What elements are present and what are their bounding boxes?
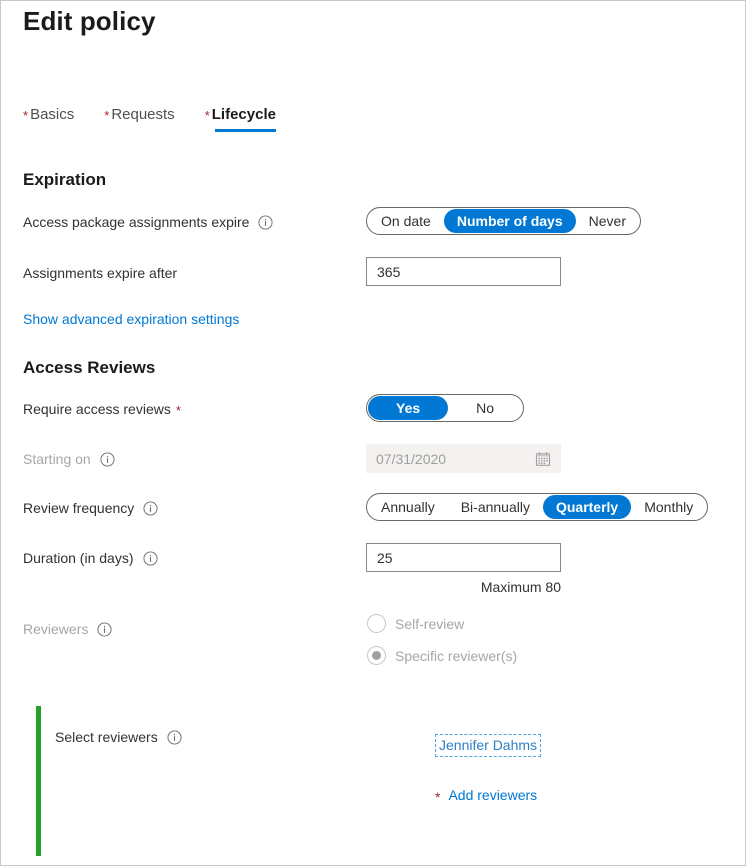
info-icon[interactable]	[143, 500, 158, 516]
required-asterisk: *	[23, 108, 29, 123]
radio-label: Self-review	[395, 615, 465, 632]
label-text: Access package assignments expire	[23, 214, 250, 230]
add-reviewers-label: Add reviewers	[448, 787, 538, 803]
choice-annually[interactable]: Annually	[368, 495, 448, 519]
label-text: Require access reviews	[23, 401, 171, 417]
duration-in-days-input[interactable]: 25	[366, 543, 561, 572]
label-reviewers: Reviewers	[23, 621, 112, 637]
label-text: Starting on	[23, 451, 91, 467]
choice-bi-annually[interactable]: Bi-annually	[448, 495, 543, 519]
label-text: Assignments expire after	[23, 265, 178, 281]
radio-self-review[interactable]: Self-review	[367, 614, 464, 633]
choice-no[interactable]: No	[448, 396, 522, 420]
tab-label: Lifecycle	[211, 106, 276, 123]
info-icon[interactable]	[167, 729, 182, 745]
add-reviewers-link[interactable]: * Add reviewers	[435, 787, 538, 805]
label-text: Duration (in days)	[23, 550, 134, 566]
calendar-icon[interactable]	[535, 451, 551, 467]
section-heading-expiration: Expiration	[23, 170, 107, 189]
required-asterisk: *	[175, 402, 181, 418]
choice-yes[interactable]: Yes	[368, 396, 449, 420]
assignments-expire-after-input[interactable]: 365	[366, 257, 561, 286]
choice-monthly[interactable]: Monthly	[631, 495, 706, 519]
required-asterisk: *	[435, 789, 441, 805]
choice-on-date[interactable]: On date	[368, 209, 444, 233]
choice-never[interactable]: Never	[576, 209, 639, 233]
label-require-access-reviews: Require access reviews *	[23, 401, 181, 418]
radio-mark-icon	[367, 646, 386, 665]
required-asterisk: *	[204, 108, 210, 123]
selected-reviewer-chip[interactable]: Jennifer Dahms	[435, 734, 542, 757]
radio-mark-icon	[367, 614, 386, 633]
info-icon[interactable]	[100, 451, 115, 467]
duration-maximum-helper: Maximum 80	[480, 579, 561, 595]
label-review-frequency: Review frequency	[23, 500, 158, 516]
tab-requests[interactable]: * Requests	[104, 106, 174, 132]
label-assignments-expire-after: Assignments expire after	[23, 265, 177, 281]
choice-group-review-frequency[interactable]: Annually Bi-annually Quarterly Monthly	[366, 493, 709, 521]
tab-basics[interactable]: * Basics	[23, 106, 74, 132]
page-title: Edit policy	[23, 6, 156, 36]
radio-specific-reviewers[interactable]: Specific reviewer(s)	[367, 646, 517, 665]
radio-label: Specific reviewer(s)	[395, 647, 518, 664]
choice-group-require-access-reviews[interactable]: Yes No	[366, 394, 525, 422]
label-text: Review frequency	[23, 500, 135, 516]
annotation-green-bar	[36, 706, 41, 856]
label-text: Reviewers	[23, 621, 89, 637]
edit-policy-panel: Edit policy * Basics * Requests * Lifecy…	[0, 0, 746, 866]
section-heading-access-reviews: Access Reviews	[23, 358, 156, 377]
info-icon[interactable]	[97, 621, 112, 637]
info-icon[interactable]	[258, 214, 273, 230]
label-assignments-expire: Access package assignments expire	[23, 214, 273, 230]
starting-on-date-input[interactable]: 07/31/2020	[366, 444, 561, 473]
choice-number-of-days[interactable]: Number of days	[443, 209, 576, 233]
tab-label: Requests	[111, 106, 175, 123]
tab-lifecycle[interactable]: * Lifecycle	[205, 106, 276, 132]
label-text: Select reviewers	[55, 729, 158, 745]
choice-quarterly[interactable]: Quarterly	[542, 495, 632, 519]
choice-group-assignments-expire[interactable]: On date Number of days Never	[366, 207, 641, 235]
info-icon[interactable]	[142, 550, 158, 566]
required-asterisk: *	[104, 108, 110, 123]
tab-label: Basics	[30, 106, 75, 123]
label-select-reviewers: Select reviewers	[55, 729, 182, 745]
tab-bar: * Basics * Requests * Lifecycle	[23, 106, 306, 132]
show-advanced-expiration-settings-link[interactable]: Show advanced expiration settings	[23, 311, 239, 327]
active-tab-underline	[214, 129, 276, 132]
starting-on-value: 07/31/2020	[376, 450, 447, 467]
label-starting-on: Starting on	[23, 451, 115, 467]
label-duration-in-days: Duration (in days)	[23, 550, 158, 566]
